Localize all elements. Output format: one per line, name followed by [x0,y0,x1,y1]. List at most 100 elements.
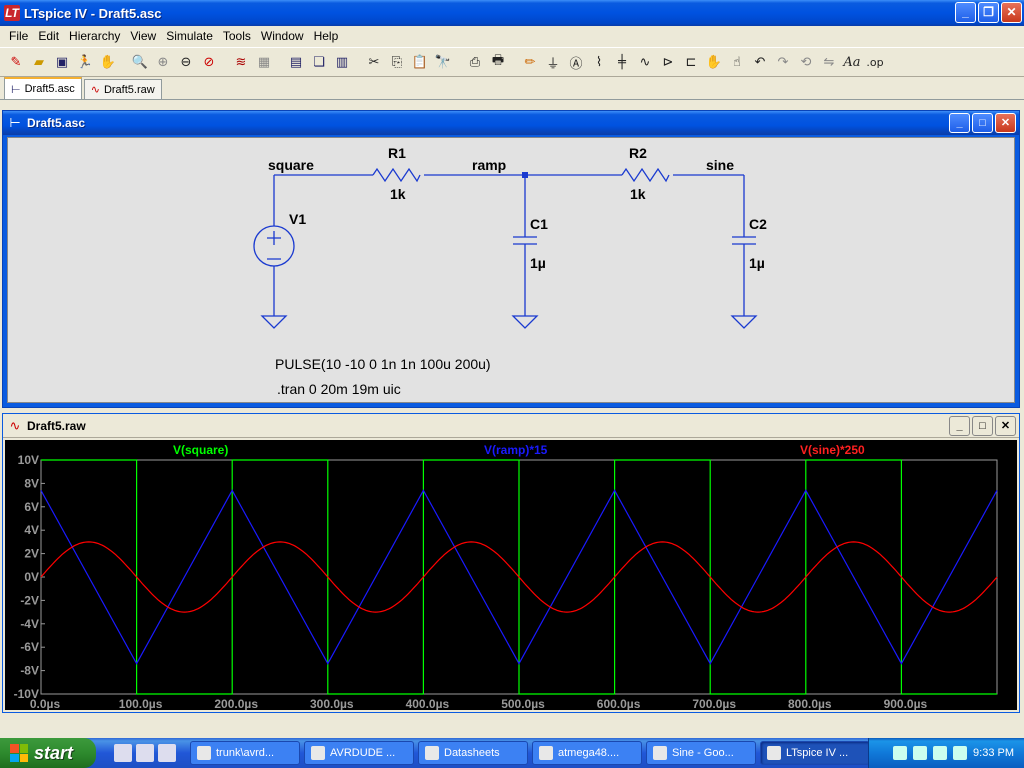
move-icon[interactable]: ✋ [704,51,724,73]
menu-tools[interactable]: Tools [218,29,256,43]
copy-icon[interactable]: ⎘ [387,51,407,73]
zoom-area-icon[interactable]: ⊕ [153,51,173,73]
schematic-window-title: Draft5.asc [27,116,86,130]
spice-directive-icon[interactable]: .op [865,51,885,73]
tab-draft5-raw[interactable]: ∿ Draft5.raw [83,79,162,99]
cascade-icon[interactable]: ❏ [309,51,329,73]
word-icon [311,746,325,760]
start-label: start [34,742,74,763]
text-icon[interactable]: Aa [842,51,862,73]
component-name-c2: C2 [749,216,767,232]
ground-icon[interactable]: ⏚ [543,51,563,73]
redo-icon[interactable]: ↷ [773,51,793,73]
folder-icon [425,746,439,760]
tile-vertical-icon[interactable]: ▥ [332,51,352,73]
restore-button[interactable]: ❐ [978,2,999,23]
capacitor-icon[interactable]: ╪ [612,51,632,73]
label-icon[interactable]: Ⓐ [566,51,586,73]
run-icon[interactable]: 🏃 [75,51,95,73]
tray-icon[interactable] [913,746,928,760]
diode-icon[interactable]: ⊳ [658,51,678,73]
start-button[interactable]: start [0,738,96,768]
schematic-canvas[interactable]: square R1 1k ramp R2 1k sine V1 C1 1µ C2… [7,137,1015,403]
trace-label-ramp[interactable]: V(ramp)*15 [484,443,548,457]
component-name-c1: C1 [530,216,548,232]
x-tick-label: 200.0µs [214,697,258,710]
x-tick-label: 800.0µs [788,697,832,710]
menu-file[interactable]: File [4,29,33,43]
tray-icon[interactable] [933,746,948,760]
tile-horizontal-icon[interactable]: ▤ [286,51,306,73]
x-tick-label: 500.0µs [501,697,545,710]
waveform-close-button[interactable]: ✕ [995,416,1016,436]
find-icon[interactable]: 🔭 [433,51,453,73]
tray-icon[interactable] [893,746,908,760]
y-tick-label: -8V [20,664,39,678]
undo-icon[interactable]: ↶ [750,51,770,73]
waveform-window[interactable]: ∿ Draft5.raw _ □ ✕ V(square) V(ramp)*15 … [2,413,1020,713]
schematic-minimize-button[interactable]: _ [949,113,970,133]
menu-edit[interactable]: Edit [33,29,64,43]
clock[interactable]: 9:33 PM [973,747,1014,759]
schematic-drawing: square R1 1k ramp R2 1k sine V1 C1 1µ C2… [253,145,767,397]
menu-hierarchy[interactable]: Hierarchy [64,29,125,43]
wifi-icon[interactable] [953,746,968,760]
tran-directive[interactable]: .tran 0 20m 19m uic [277,381,401,397]
save-icon[interactable]: ▣ [52,51,72,73]
minimize-button[interactable]: _ [955,2,976,23]
schematic-window[interactable]: ⊢ Draft5.asc _ □ ✕ square R1 1k ramp R2 … [2,110,1020,408]
open-icon[interactable]: ▰ [29,51,49,73]
y-tick-label: -2V [20,593,39,607]
taskbar-item-active[interactable]: LTspice IV ... [760,741,870,765]
x-tick-label: 0.0µs [30,697,61,710]
waveform-window-title: Draft5.raw [27,418,86,433]
grid-icon[interactable]: ▦ [254,51,274,73]
waveform-plot[interactable]: V(square) V(ramp)*15 V(sine)*250 10V 8V 6V… [5,440,1017,711]
taskbar-item[interactable]: AVRDUDE ... [304,741,414,765]
taskbar-item[interactable]: Datasheets [418,741,528,765]
component-icon[interactable]: ⊏ [681,51,701,73]
print-setup-icon[interactable]: ⎙ [465,51,485,73]
new-schematic-icon[interactable]: ✎ [6,51,26,73]
schematic-maximize-button[interactable]: □ [972,113,993,133]
schematic-close-button[interactable]: ✕ [995,113,1016,133]
quick-launch-icon[interactable] [114,744,132,762]
quick-launch-icon[interactable] [158,744,176,762]
taskbar-item[interactable]: Sine - Goo... [646,741,756,765]
source-directive[interactable]: PULSE(10 -10 0 1n 1n 100u 200u) [275,356,491,372]
zoom-out-icon[interactable]: ⊖ [176,51,196,73]
taskbar-item[interactable]: atmega48.... [532,741,642,765]
quick-launch-icon[interactable] [136,744,154,762]
document-tabs: ⊢ Draft5.asc ∿ Draft5.raw [0,77,1024,100]
mirror-icon[interactable]: ⇋ [819,51,839,73]
taskbar-item-label: AVRDUDE ... [330,747,396,759]
print-icon[interactable]: 🖶 [488,51,508,73]
close-button[interactable]: ✕ [1001,2,1022,23]
taskbar-item[interactable]: trunk\avrd... [190,741,300,765]
waveform-minimize-button[interactable]: _ [949,416,970,436]
menu-window[interactable]: Window [256,29,309,43]
pan-icon[interactable]: ✋ [98,51,118,73]
ground-v1 [260,315,288,329]
paste-icon[interactable]: 📋 [410,51,430,73]
waveform-maximize-button[interactable]: □ [972,416,993,436]
resistor-icon[interactable]: ⌇ [589,51,609,73]
menu-view[interactable]: View [125,29,161,43]
inductor-icon[interactable]: ∿ [635,51,655,73]
tab-draft5-asc[interactable]: ⊢ Draft5.asc [4,77,82,99]
drag-icon[interactable]: ☝ [727,51,747,73]
zoom-cancel-icon[interactable]: ⊘ [199,51,219,73]
wire-icon[interactable]: ✏ [520,51,540,73]
component-name-r2: R2 [629,145,647,161]
title-bar[interactable]: LT LTspice IV - Draft5.asc _ ❐ ✕ [0,0,1024,26]
menu-help[interactable]: Help [309,29,344,43]
cut-icon[interactable]: ✂ [364,51,384,73]
trace-label-square[interactable]: V(square) [173,443,228,457]
ltspice-logo-icon: LT [4,5,20,21]
menu-simulate[interactable]: Simulate [161,29,218,43]
zoom-in-icon[interactable]: 🔍 [130,51,150,73]
rotate-icon[interactable]: ⟲ [796,51,816,73]
trace-label-sine[interactable]: V(sine)*250 [800,443,865,457]
autorange-icon[interactable]: ≋ [231,51,251,73]
y-tick-label: 10V [18,453,39,467]
